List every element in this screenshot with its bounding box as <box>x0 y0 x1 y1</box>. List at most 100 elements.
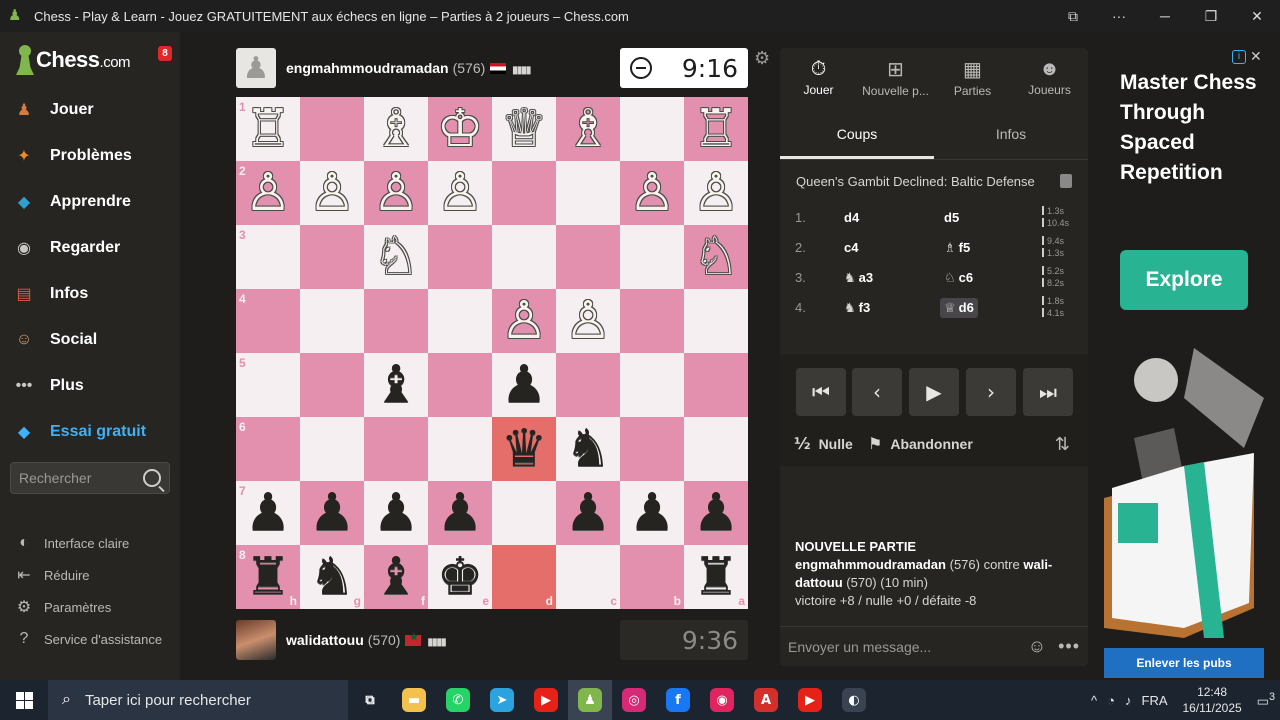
board-square[interactable]: ♕ <box>492 97 556 161</box>
taskbar-app-3[interactable]: ➤ <box>480 680 524 720</box>
chess-piece[interactable]: ♘ <box>373 231 420 283</box>
more-options-icon[interactable]: ··· <box>1096 0 1142 32</box>
chess-piece[interactable]: ♔ <box>437 103 484 155</box>
chess-piece[interactable]: ♙ <box>501 295 548 347</box>
board-square[interactable] <box>300 97 364 161</box>
player-avatar[interactable] <box>236 620 276 660</box>
book-icon[interactable] <box>1060 174 1072 188</box>
board-square[interactable]: ♜ 8 h <box>236 545 300 609</box>
opening-name[interactable]: Queen's Gambit Declined: Baltic Defense <box>796 174 1035 189</box>
chess-piece[interactable]: ♟ <box>373 487 420 539</box>
chess-piece[interactable]: ♛ <box>501 423 548 475</box>
gear-icon[interactable]: ⚙ <box>754 48 770 69</box>
chess-board[interactable]: ♖ 1 ♗ ♔ ♕ ♗ ♖ ♙ 2 ♙ ♙ ♙ ♙ ♙ 3 ♘ ♘ 4 ♙ ♙ 5 ♝ ♟ 6 ♛ ♞ ♟ 7 ♟ ♟ ♟ ♟ ♟ ♟ ♜ 8 h ♞ g ♝… <box>236 97 748 609</box>
chess-piece[interactable]: ♙ <box>629 167 676 219</box>
chess-piece[interactable]: ♙ <box>245 167 292 219</box>
board-square[interactable] <box>620 225 684 289</box>
board-square[interactable]: ♙ <box>300 161 364 225</box>
board-square[interactable]: ♟ <box>492 353 556 417</box>
chess-piece[interactable]: ♞ <box>309 551 356 603</box>
board-square[interactable]: ♙ <box>684 161 748 225</box>
sidebar-item-4[interactable]: ▤ Infos <box>10 274 175 314</box>
board-square[interactable]: ♖ 1 <box>236 97 300 161</box>
chess-piece[interactable]: ♜ <box>693 551 740 603</box>
board-square[interactable]: 5 <box>236 353 300 417</box>
board-square[interactable]: 3 <box>236 225 300 289</box>
chess-piece[interactable]: ♟ <box>309 487 356 539</box>
chess-piece[interactable]: ♙ <box>437 167 484 219</box>
black-move[interactable]: ♗ f5 <box>944 240 970 256</box>
board-square[interactable]: d <box>492 545 556 609</box>
sidebar-footer-item-1[interactable]: ⇤ Réduire <box>14 563 174 587</box>
board-square[interactable]: ♛ <box>492 417 556 481</box>
board-square[interactable] <box>364 289 428 353</box>
sidebar-footer-item-3[interactable]: ? Service d'assistance <box>14 627 174 651</box>
board-square[interactable] <box>364 417 428 481</box>
chess-piece[interactable]: ♗ <box>373 103 420 155</box>
board-square[interactable]: ♙ 2 <box>236 161 300 225</box>
chess-piece[interactable]: ♞ <box>565 423 612 475</box>
board-square[interactable] <box>492 161 556 225</box>
black-move[interactable]: ♕ d6 <box>940 298 978 318</box>
chat-input[interactable] <box>788 638 1028 655</box>
close-button[interactable]: ✕ <box>1234 0 1280 32</box>
chess-piece[interactable]: ♙ <box>693 167 740 219</box>
board-square[interactable]: ♟ <box>364 481 428 545</box>
board-square[interactable]: b <box>620 545 684 609</box>
flip-board-icon[interactable]: ⇅ <box>1055 434 1070 455</box>
board-square[interactable]: ♙ <box>364 161 428 225</box>
board-square[interactable]: ♝ f <box>364 545 428 609</box>
chess-piece[interactable]: ♜ <box>245 551 292 603</box>
chess-com-logo[interactable]: Chess.com <box>14 44 131 76</box>
taskbar-app-9[interactable]: A <box>744 680 788 720</box>
board-square[interactable]: ♟ <box>300 481 364 545</box>
chess-piece[interactable]: ♟ <box>437 487 484 539</box>
volume-icon[interactable]: ♪ <box>1125 693 1132 708</box>
board-square[interactable]: ♚ e <box>428 545 492 609</box>
board-square[interactable] <box>556 225 620 289</box>
sidebar-footer-item-0[interactable]: ◐ Interface claire <box>14 531 174 555</box>
board-square[interactable] <box>556 161 620 225</box>
chess-piece[interactable]: ♟ <box>245 487 292 539</box>
board-square[interactable]: ♟ <box>428 481 492 545</box>
info-white-name[interactable]: engmahmmoudramadan <box>795 557 946 572</box>
chevron-up-icon[interactable]: ^ <box>1091 693 1097 708</box>
board-square[interactable]: ♗ <box>556 97 620 161</box>
board-square[interactable] <box>556 353 620 417</box>
taskbar-app-5[interactable]: ♟ <box>568 680 612 720</box>
white-move[interactable]: c4 <box>844 240 858 255</box>
panel-tab-0[interactable]: ⏱ Jouer <box>780 48 857 106</box>
bottom-player-name[interactable]: walidattouu <box>286 632 364 648</box>
panel-tab-2[interactable]: ▦ Parties <box>934 48 1011 106</box>
board-square[interactable] <box>620 353 684 417</box>
board-square[interactable] <box>428 417 492 481</box>
default-avatar-pawn-icon[interactable]: ♟ <box>236 48 276 88</box>
previous-move-button[interactable]: ‹ <box>852 368 902 416</box>
board-square[interactable]: ♘ <box>684 225 748 289</box>
taskbar-app-8[interactable]: ◉ <box>700 680 744 720</box>
taskbar-app-11[interactable]: ◐ <box>832 680 876 720</box>
board-square[interactable] <box>684 417 748 481</box>
last-move-button[interactable]: ⏭ <box>1023 368 1073 416</box>
sidebar-item-3[interactable]: ◉ Regarder <box>10 228 175 268</box>
board-square[interactable]: ♟ 7 <box>236 481 300 545</box>
board-square[interactable] <box>620 289 684 353</box>
ad-explore-button[interactable]: Explore <box>1120 250 1248 310</box>
remove-ads-button[interactable]: Enlever les pubs <box>1104 648 1264 678</box>
play-button[interactable]: ▶ <box>909 368 959 416</box>
chess-piece[interactable]: ♚ <box>437 551 484 603</box>
ad-banner[interactable]: i ✕ Master Chess Through Spaced Repetiti… <box>1104 48 1264 680</box>
ad-close-icon[interactable]: ✕ <box>1250 48 1262 65</box>
tab-info[interactable]: Infos <box>934 114 1088 159</box>
search-icon[interactable] <box>143 469 161 487</box>
clock[interactable]: 12:48 16/11/2025 <box>1183 684 1242 716</box>
board-square[interactable]: ♔ <box>428 97 492 161</box>
board-square[interactable]: ♜ a <box>684 545 748 609</box>
board-square[interactable] <box>428 289 492 353</box>
chat-more-icon[interactable]: ••• <box>1058 636 1080 657</box>
chess-piece[interactable]: ♝ <box>373 551 420 603</box>
board-square[interactable] <box>620 97 684 161</box>
board-square[interactable]: 4 <box>236 289 300 353</box>
emoji-icon[interactable]: ☺ <box>1028 636 1046 657</box>
chess-piece[interactable]: ♟ <box>501 359 548 411</box>
